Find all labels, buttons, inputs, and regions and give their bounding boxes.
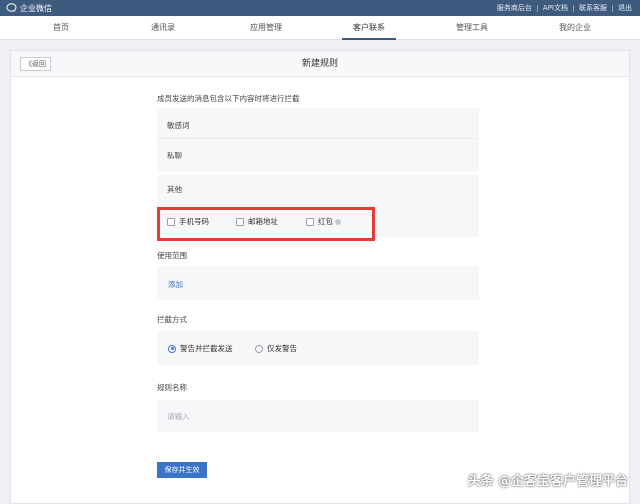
provider-admin-link[interactable]: 服务商后台 — [497, 3, 532, 13]
top-bar: 企业微信 服务商后台 API文档 联系客服 退出 — [0, 0, 640, 16]
card-header: 《返回 新建规则 — [11, 51, 629, 77]
divider — [157, 138, 479, 139]
divider — [573, 4, 574, 12]
warn-only-radio[interactable]: 仅发警告 — [255, 343, 297, 354]
brand[interactable]: 企业微信 — [6, 2, 52, 14]
top-links: 服务商后台 API文档 联系客服 退出 — [497, 3, 632, 13]
sensitive-words-item[interactable]: 敏感词 — [167, 120, 190, 131]
radio-unselected[interactable] — [255, 344, 263, 353]
divider — [612, 4, 613, 12]
rule-name-label: 规则名称 — [157, 383, 187, 392]
logout-link[interactable]: 退出 — [618, 3, 632, 13]
nav-customer-contact[interactable]: 客户联系 — [334, 16, 404, 40]
radio-label: 警告并拦截发送 — [180, 344, 233, 353]
page-title: 新建规则 — [301, 59, 338, 69]
other-label: 其他 — [167, 185, 182, 194]
divider — [536, 4, 538, 12]
scope-panel: 添加 — [157, 266, 479, 300]
api-docs-link[interactable]: API文档 — [543, 3, 568, 13]
radio-selected[interactable] — [168, 344, 176, 353]
save-and-apply-button[interactable]: 保存并生效 — [157, 462, 207, 478]
add-scope-link[interactable]: 添加 — [168, 279, 183, 290]
private-chat-item[interactable]: 私聊 — [167, 150, 182, 161]
keyword-panel: 敏感词 私聊 — [157, 108, 479, 172]
radio-label: 仅发警告 — [267, 344, 297, 353]
nav-app-management[interactable]: 应用管理 — [231, 16, 301, 40]
rule-name-input[interactable] — [157, 400, 479, 432]
main-nav: 首页 通讯录 应用管理 客户联系 管理工具 我的企业 — [0, 16, 640, 40]
highlight-box — [157, 207, 375, 241]
method-label: 拦截方式 — [157, 315, 187, 324]
wecom-logo-icon — [6, 3, 17, 12]
intercept-label: 成员发送的消息包含以下内容时将进行拦截 — [157, 94, 300, 103]
contact-support-link[interactable]: 联系客服 — [579, 3, 607, 13]
nav-management-tools[interactable]: 管理工具 — [437, 16, 507, 40]
nav-my-enterprise[interactable]: 我的企业 — [540, 16, 610, 40]
nav-home[interactable]: 首页 — [26, 16, 96, 40]
watermark: 头条 @企客宝客户管理平台 — [467, 474, 628, 489]
warn-and-block-radio[interactable]: 警告并拦截发送 — [168, 343, 233, 354]
scope-label: 使用范围 — [157, 251, 187, 260]
nav-contacts[interactable]: 通讯录 — [128, 16, 198, 40]
brand-name: 企业微信 — [20, 3, 52, 13]
method-panel: 警告并拦截发送 仅发警告 — [157, 331, 479, 365]
